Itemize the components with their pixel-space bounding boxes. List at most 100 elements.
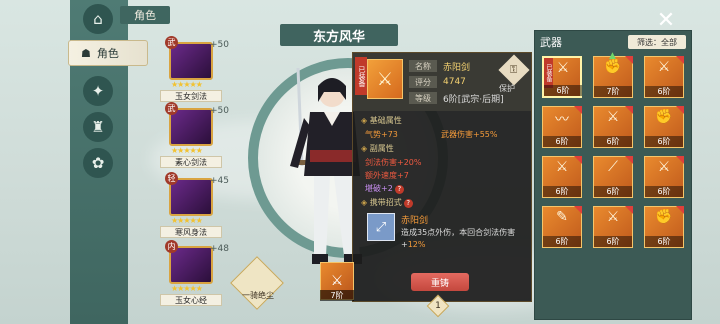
weapon-detail-panel: 已装备 ⚔ 名称 赤阳剑 评分 4747 等级 6阶[武宗·后期] ⚿ 保护 基… bbox=[352, 52, 532, 302]
base-attr: 武器伤害+55% bbox=[441, 130, 498, 139]
filter-button[interactable]: 筛选：全部 bbox=[628, 35, 686, 49]
skill-name: 寒风身法 bbox=[160, 226, 222, 238]
skill-type-badge: 武 bbox=[165, 36, 178, 49]
weapon-level: 6阶 bbox=[645, 186, 683, 197]
weapon-level: 6阶 bbox=[543, 236, 581, 247]
skill-name: 素心剑法 bbox=[160, 156, 222, 168]
weapon-level: 6阶 bbox=[645, 236, 683, 247]
xinfa-emblem[interactable] bbox=[230, 256, 284, 310]
score-label: 评分 bbox=[409, 76, 437, 88]
help-icon[interactable]: ? bbox=[394, 185, 404, 194]
weapon-slot[interactable]: ✊ 6阶 bbox=[644, 106, 684, 148]
character-name: 东方风华 bbox=[280, 24, 398, 46]
sword-icon: ⚔ bbox=[367, 59, 403, 99]
star-rating: ★★★★★ bbox=[171, 284, 203, 293]
grade-row: 等级 6阶[武宗·后期] bbox=[409, 91, 504, 105]
weapon-slot[interactable]: ⚔ 6阶 bbox=[593, 206, 633, 248]
sword-skill-icon: ⤢ bbox=[367, 213, 395, 241]
move-title: 携带招式 bbox=[369, 198, 402, 207]
pet-icon[interactable]: ✿ bbox=[83, 148, 113, 178]
grade-label: 等级 bbox=[409, 92, 437, 104]
weapon-slot[interactable]: ✊ 6阶 bbox=[644, 206, 684, 248]
weapon-level: 7阶 bbox=[320, 290, 354, 301]
weapon-slot[interactable]: ⚔ 6阶 bbox=[593, 106, 633, 148]
weapon-score: 4747 bbox=[443, 77, 466, 87]
new-flag bbox=[676, 206, 684, 214]
new-flag bbox=[574, 106, 582, 114]
flame-icon[interactable]: ✦ bbox=[83, 76, 113, 106]
weapon-name: 赤阳剑 bbox=[443, 62, 471, 73]
nav-item-character[interactable]: ☗ 角色 bbox=[68, 40, 148, 66]
equipped-tag: 已装备 bbox=[544, 58, 553, 88]
weapon-level: 6阶 bbox=[645, 136, 683, 147]
home-icon[interactable]: ⌂ bbox=[83, 4, 113, 34]
skill-icon: 武 +50 bbox=[165, 102, 229, 146]
skill-slot[interactable]: 武 +50 ★★★★★ 素心剑法 bbox=[160, 102, 229, 168]
new-flag bbox=[676, 156, 684, 164]
skill-slot[interactable]: 轻 +45 ★★★★★ 寒风身法 bbox=[160, 172, 229, 238]
skill-slot[interactable]: 武 +50 ★★★★★ 玉女剑法 bbox=[160, 36, 229, 102]
new-flag bbox=[676, 106, 684, 114]
new-flag bbox=[676, 56, 684, 64]
move-description: 造成35点外伤，本回合剑法伤害+12% bbox=[401, 227, 521, 251]
nav-item-label: 角色 bbox=[96, 47, 119, 60]
star-rating: ★★★★★ bbox=[171, 146, 203, 155]
move-desc-bonus: 12% bbox=[407, 240, 426, 249]
skill-type-badge: 内 bbox=[165, 240, 178, 253]
bell-icon[interactable]: ♜ bbox=[83, 112, 113, 142]
score-row: 评分 4747 bbox=[409, 75, 466, 89]
sub-attr-row: 堪破+2? bbox=[365, 183, 404, 194]
weapon-level: 6阶 bbox=[645, 86, 683, 97]
xinfa-label: 一骑绝尘 bbox=[242, 291, 274, 300]
weapon-level: 6阶 bbox=[594, 186, 632, 197]
new-flag bbox=[625, 206, 633, 214]
base-attr: 气势+73 bbox=[365, 130, 398, 139]
weapon-slot[interactable]: ▲ ✊ 7阶 bbox=[593, 51, 633, 98]
skill-level: +50 bbox=[210, 40, 229, 50]
skill-name: 玉女心经 bbox=[160, 294, 222, 306]
sub-attr: 额外速度+7 bbox=[365, 171, 409, 180]
skill-icon: 轻 +45 bbox=[165, 172, 229, 216]
new-flag bbox=[574, 206, 582, 214]
weapon-level: 6阶 bbox=[544, 85, 582, 96]
skill-level: +50 bbox=[210, 106, 229, 116]
weapon-slot[interactable]: 〰 6阶 bbox=[542, 106, 582, 148]
character-icon: ☗ bbox=[81, 46, 91, 60]
close-icon[interactable]: ✕ bbox=[652, 6, 680, 34]
move-name: 赤阳剑 bbox=[401, 216, 429, 226]
skill-type-badge: 武 bbox=[165, 102, 178, 115]
weapon-slot[interactable]: ⚔ 6阶 bbox=[644, 156, 684, 198]
star-rating: ★★★★★ bbox=[171, 216, 203, 225]
skill-level: +45 bbox=[210, 176, 229, 186]
skill-level: +48 bbox=[210, 244, 229, 254]
weapon-slot[interactable]: ✎ 6阶 bbox=[542, 206, 582, 248]
weapon-slot[interactable]: ⚔ 已装备 6阶 bbox=[542, 56, 582, 98]
new-flag bbox=[574, 156, 582, 164]
weapon-slot[interactable]: ⚔ 6阶 bbox=[542, 156, 582, 198]
panel-title: 武器 bbox=[540, 36, 562, 49]
game-screen: ⌂ 角色 ☗ 角色 ✦ ♜ ✿ 武 +50 ★★★★★ 玉女剑法 武 +50 ★… bbox=[0, 0, 720, 324]
skill-icon: 内 +48 bbox=[165, 240, 229, 284]
weapon-level: 6阶 bbox=[594, 236, 632, 247]
skill-slot[interactable]: 内 +48 ★★★★★ 玉女心经 bbox=[160, 240, 229, 306]
refine-button[interactable]: 重铸 bbox=[411, 273, 469, 291]
name-row: 名称 赤阳剑 bbox=[409, 59, 470, 73]
lock-label: 保护 bbox=[499, 84, 515, 93]
help-icon[interactable]: ? bbox=[403, 199, 413, 208]
move-title-row: ◈ 携带招式? bbox=[361, 197, 413, 208]
weapon-slot[interactable]: ⟋ 6阶 bbox=[593, 156, 633, 198]
weapon-level: 6阶 bbox=[543, 186, 581, 197]
sub-attr-title: 副属性 bbox=[361, 143, 394, 154]
weapon-slot[interactable]: ⚔ 6阶 bbox=[644, 56, 684, 98]
new-flag bbox=[625, 56, 633, 64]
section-tag: 角色 bbox=[120, 6, 170, 24]
new-flag bbox=[625, 106, 633, 114]
weapon-level: 6阶 bbox=[543, 136, 581, 147]
skill-name: 玉女剑法 bbox=[160, 90, 222, 102]
weapon-grade: 6阶[武宗·后期] bbox=[443, 94, 504, 105]
page-number: 1 bbox=[435, 301, 441, 311]
skill-type-badge: 轻 bbox=[165, 172, 178, 185]
name-label: 名称 bbox=[409, 60, 437, 72]
sub-attr: 堪破+2 bbox=[365, 184, 393, 193]
equipped-tag: 已装备 bbox=[355, 57, 367, 95]
